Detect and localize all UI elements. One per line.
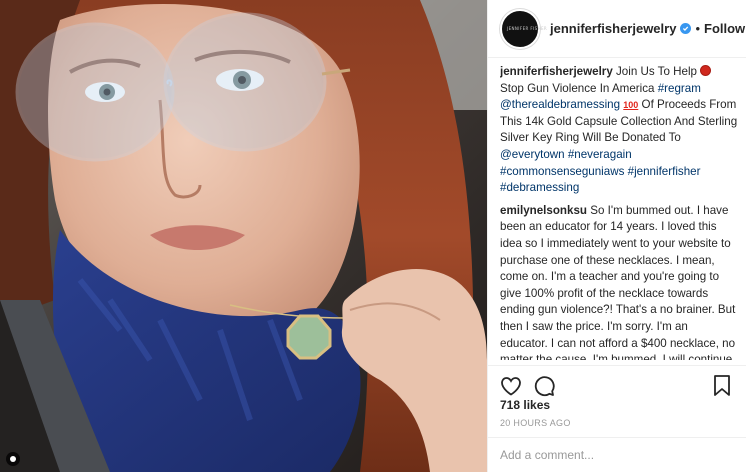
post-header: JENNIFER FISHER jenniferfisherjewelry • … [488, 0, 746, 58]
hashtag-debramessing[interactable]: #debramessing [500, 181, 579, 194]
heart-icon[interactable] [499, 374, 523, 398]
comments-list[interactable]: jenniferfisherjewelry Join Us To Help St… [500, 64, 738, 360]
bookmark-icon[interactable] [713, 374, 731, 398]
hashtag-commonsenseguniaws[interactable]: #commonsenseguniaws [500, 165, 624, 178]
comment-item: emilynelsonksu So I'm bummed out. I have… [500, 203, 738, 360]
header-separator: • [695, 21, 701, 36]
hundred-points-emoji-icon: 100 [623, 100, 639, 111]
caption-username[interactable]: jenniferfisherjewelry [500, 65, 613, 78]
mention-everytown[interactable]: @everytown [500, 148, 565, 161]
red-circle-emoji-icon [700, 65, 712, 76]
mention-therealdebramessing[interactable]: @therealdebramessing [500, 98, 620, 111]
comment-icon[interactable] [532, 374, 556, 398]
post-timestamp: 20 HOURS AGO [500, 418, 571, 428]
comment-username[interactable]: emilynelsonksu [500, 204, 587, 217]
hashtag-jenniferfisher[interactable]: #jenniferfisher [628, 165, 701, 178]
following-button[interactable]: Following [704, 21, 746, 36]
account-username[interactable]: jenniferfisherjewelry [550, 21, 676, 36]
hashtag-neveragain[interactable]: #neveragain [568, 148, 632, 161]
comment-text: So I'm bummed out. I have been an educat… [500, 203, 736, 360]
avatar[interactable]: JENNIFER FISHER [500, 8, 548, 49]
caption-text-2: Stop Gun Violence In America [500, 81, 655, 95]
caption: jenniferfisherjewelry Join Us To Help St… [500, 64, 738, 197]
instagram-post: JENNIFER FISHER jenniferfisherjewelry • … [0, 0, 746, 472]
selfie-illustration [0, 0, 487, 472]
likes-count[interactable]: 718 likes [500, 398, 550, 412]
comment-input[interactable] [500, 448, 730, 462]
add-comment-bar [488, 437, 746, 472]
post-side-panel: JENNIFER FISHER jenniferfisherjewelry • … [487, 0, 746, 472]
avatar-logo-text: JENNIFER FISHER [507, 26, 548, 31]
user-tag-icon[interactable] [6, 452, 20, 466]
verified-badge-icon [680, 23, 692, 34]
post-photo[interactable] [0, 0, 487, 472]
hashtag-regram[interactable]: #regram [658, 82, 701, 95]
caption-text-1: Join Us To Help [616, 65, 697, 78]
